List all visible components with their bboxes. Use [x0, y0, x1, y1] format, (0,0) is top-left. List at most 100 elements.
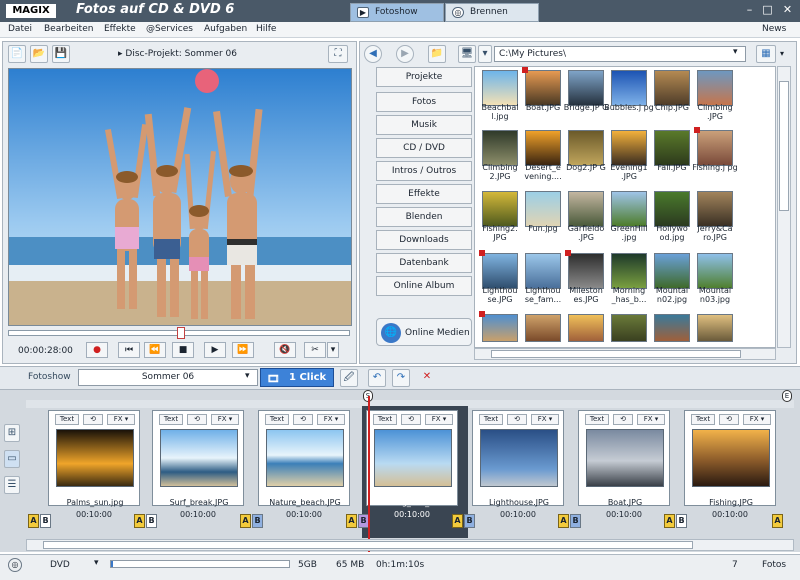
rotate-icon[interactable]: ⟲: [507, 414, 527, 425]
nav-projekte[interactable]: Projekte: [376, 67, 472, 87]
list-view-icon[interactable]: ☰: [4, 476, 20, 494]
file-thumb[interactable]: [482, 130, 518, 166]
media-dropdown[interactable]: ▾: [94, 558, 104, 568]
text-button[interactable]: Text: [373, 414, 397, 425]
file-thumb[interactable]: [654, 314, 690, 342]
file-thumb[interactable]: [611, 253, 647, 289]
file-thumb[interactable]: [611, 130, 647, 166]
playhead[interactable]: [368, 396, 370, 552]
mute-icon[interactable]: 🔇: [274, 342, 296, 358]
file-thumb[interactable]: [568, 130, 604, 166]
show-name-field[interactable]: Sommer 06: [78, 369, 258, 386]
file-thumb[interactable]: [654, 70, 690, 106]
file-thumb[interactable]: [482, 253, 518, 289]
storyboard-view-icon[interactable]: ⊞: [4, 424, 20, 442]
text-button[interactable]: Text: [159, 414, 183, 425]
nav-downloads[interactable]: Downloads: [376, 230, 472, 250]
show-name-dropdown[interactable]: ▾: [245, 371, 250, 381]
nav-effekte[interactable]: Effekte: [376, 184, 472, 204]
menu-services[interactable]: @Services: [146, 24, 193, 34]
scrollbar-thumb[interactable]: [43, 541, 693, 549]
file-grid-hscroll[interactable]: [474, 348, 776, 360]
undo-icon[interactable]: ↶: [368, 369, 386, 387]
menu-aufgaben[interactable]: Aufgaben: [204, 24, 247, 34]
file-thumb[interactable]: [568, 70, 604, 106]
rewind-button[interactable]: ⏪: [144, 342, 166, 358]
close-button[interactable]: ✕: [780, 3, 795, 17]
open-project-icon[interactable]: 📂: [30, 45, 48, 63]
text-button[interactable]: Text: [691, 414, 715, 425]
rotate-icon[interactable]: ⟲: [293, 414, 313, 425]
minimize-button[interactable]: –: [742, 3, 757, 17]
transition-a[interactable]: A: [134, 514, 145, 528]
file-thumb[interactable]: [697, 253, 733, 289]
file-thumb[interactable]: [525, 314, 561, 342]
fx-button[interactable]: FX ▾: [211, 414, 239, 425]
maximize-button[interactable]: □: [760, 3, 775, 17]
one-click-button[interactable]: 🎞 1 Click: [260, 368, 334, 387]
file-thumb[interactable]: [611, 70, 647, 106]
scrollbar-thumb[interactable]: [779, 81, 789, 211]
file-thumb[interactable]: [482, 191, 518, 227]
file-thumb[interactable]: [697, 191, 733, 227]
tab-brennen[interactable]: ◎ Brennen: [445, 3, 539, 22]
disc-settings-icon[interactable]: ◎: [8, 558, 22, 572]
go-start-button[interactable]: ⏮: [118, 342, 140, 358]
storyboard-item[interactable]: Text ⟲ FX ▾ Lighthouse.JPG: [472, 410, 564, 507]
transition-b[interactable]: B: [40, 514, 51, 528]
transition-a[interactable]: A: [558, 514, 569, 528]
preview-scrubber[interactable]: [8, 327, 350, 339]
stop-button[interactable]: ■: [172, 342, 194, 358]
text-button[interactable]: Text: [585, 414, 609, 425]
file-thumb[interactable]: [654, 191, 690, 227]
file-thumb[interactable]: [525, 253, 561, 289]
file-thumb[interactable]: [611, 191, 647, 227]
menu-bearbeiten[interactable]: Bearbeiten: [44, 24, 93, 34]
storyboard-item[interactable]: Text ⟲ FX ▾ Morning_has_broke: [366, 410, 458, 507]
scrollbar-thumb[interactable]: [491, 350, 741, 358]
file-thumb[interactable]: [568, 253, 604, 289]
text-button[interactable]: Text: [55, 414, 79, 425]
menu-effekte[interactable]: Effekte: [104, 24, 136, 34]
file-thumb[interactable]: [525, 130, 561, 166]
nav-cd-dvd[interactable]: CD / DVD: [376, 138, 472, 158]
transition-a[interactable]: A: [452, 514, 463, 528]
view-grid-icon[interactable]: ▦: [756, 45, 776, 63]
nav-datenbank[interactable]: Datenbank: [376, 253, 472, 273]
transition-b[interactable]: B: [570, 514, 581, 528]
folder-icon[interactable]: 📁: [428, 45, 446, 63]
storyboard-item[interactable]: Text ⟲ FX ▾ Nature_beach.JPG: [258, 410, 350, 507]
transition-a[interactable]: A: [664, 514, 675, 528]
menu-datei[interactable]: Datei: [8, 24, 32, 34]
transition-b[interactable]: B: [464, 514, 475, 528]
menu-hilfe[interactable]: Hilfe: [256, 24, 276, 34]
rotate-icon[interactable]: ⟲: [83, 414, 103, 425]
transition-a[interactable]: A: [346, 514, 357, 528]
file-thumb[interactable]: [568, 191, 604, 227]
file-grid-vscroll[interactable]: [777, 66, 791, 348]
file-thumb[interactable]: [697, 130, 733, 166]
transition-a[interactable]: A: [240, 514, 251, 528]
tab-fotoshow[interactable]: ▶ Fotoshow: [350, 3, 444, 22]
fx-button[interactable]: FX ▾: [531, 414, 559, 425]
redo-icon[interactable]: ↷: [392, 369, 410, 387]
rotate-icon[interactable]: ⟲: [719, 414, 739, 425]
file-thumb[interactable]: [611, 314, 647, 342]
transition-b[interactable]: B: [252, 514, 263, 528]
online-medien-button[interactable]: 🌐 Online Medien: [376, 318, 472, 346]
news-link[interactable]: News: [762, 24, 786, 34]
storyboard-item[interactable]: Text ⟲ FX ▾ Surf_break.JPG: [152, 410, 244, 507]
fullscreen-icon[interactable]: ⛶: [328, 45, 348, 63]
transition-b[interactable]: B: [676, 514, 687, 528]
file-thumb[interactable]: [568, 314, 604, 342]
file-thumb[interactable]: [654, 253, 690, 289]
text-button[interactable]: Text: [479, 414, 503, 425]
file-thumb[interactable]: [525, 70, 561, 106]
nav-intros-outros[interactable]: Intros / Outros: [376, 161, 472, 181]
record-button[interactable]: ●: [86, 342, 108, 358]
save-project-icon[interactable]: 💾: [52, 45, 70, 63]
storyboard-item[interactable]: Text ⟲ FX ▾ Boat.JPG: [578, 410, 670, 507]
location-dropdown[interactable]: ▾: [478, 45, 492, 63]
file-thumb[interactable]: [697, 314, 733, 342]
rotate-icon[interactable]: ⟲: [401, 414, 421, 425]
